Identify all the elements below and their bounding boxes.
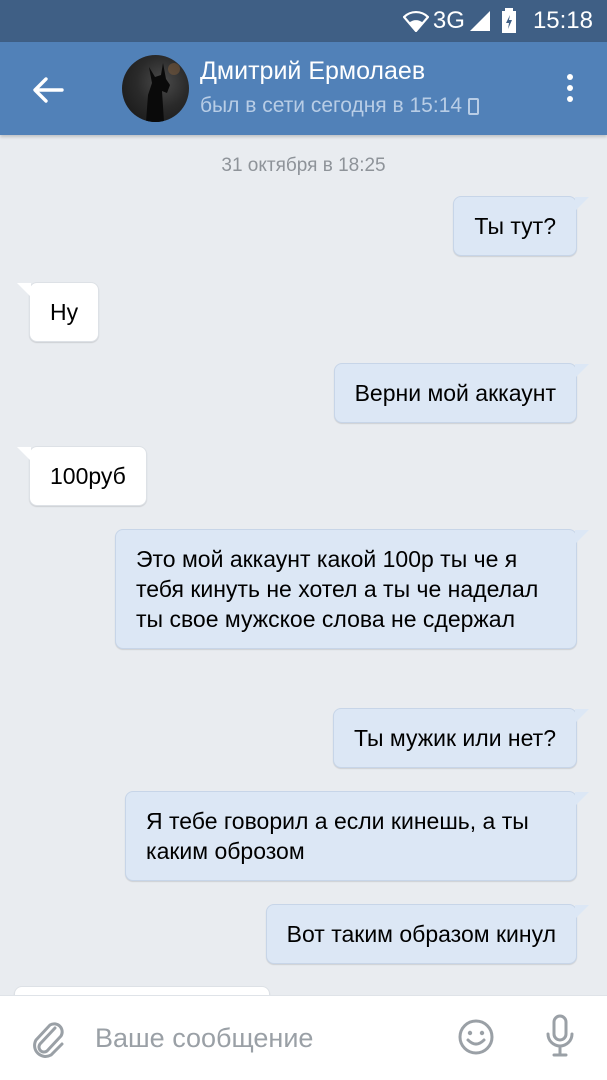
smiley-icon — [458, 1019, 494, 1055]
avatar[interactable] — [122, 55, 189, 122]
arrow-left-icon — [33, 77, 64, 103]
message-incoming[interactable]: Ну — [16, 282, 100, 342]
message-outgoing[interactable]: Ты тут? — [453, 196, 589, 256]
paperclip-icon — [33, 1022, 64, 1058]
message-text: Верни мой аккаунт — [354, 380, 556, 406]
more-vertical-icon-dot — [567, 74, 573, 80]
message-outgoing[interactable]: Верни мой аккаунт — [333, 363, 590, 423]
message-list[interactable]: 31 октября в 18:25 Ты тут? Ну Верни мой … — [0, 135, 607, 995]
last-seen-text: был в сети сегодня в 15:14 — [200, 94, 463, 117]
message-text: Ты мужик или нет? — [353, 725, 556, 751]
network-indicator: 3G — [402, 7, 491, 35]
mobile-phone-icon — [468, 97, 480, 115]
message-incoming-partial[interactable] — [14, 986, 270, 995]
chat-header: Дмитрий Ермолаев был в сети сегодня в 15… — [0, 42, 607, 135]
message-text: Ты тут? — [474, 213, 556, 239]
attach-button[interactable] — [28, 1016, 68, 1060]
back-button[interactable] — [28, 70, 68, 110]
message-composer — [0, 995, 607, 1080]
network-type: 3G — [432, 7, 465, 34]
status-bar: 3G 15:18 — [0, 0, 607, 42]
message-text: Я тебе говорил а если кинешь, а ты каким… — [146, 808, 529, 864]
message-outgoing[interactable]: Ты мужик или нет? — [332, 708, 590, 768]
signal-icon — [469, 11, 490, 31]
wifi-icon — [402, 10, 429, 32]
message-outgoing[interactable]: Вот таким образом кинул — [265, 904, 590, 964]
message-input[interactable] — [95, 1018, 435, 1058]
more-menu-button[interactable] — [556, 70, 584, 110]
message-text: 100руб — [50, 463, 126, 489]
avatar-dog-silhouette-icon — [146, 63, 180, 122]
message-incoming[interactable]: 100руб — [17, 446, 147, 506]
date-separator: 31 октября в 18:25 — [221, 155, 386, 176]
more-vertical-icon-dot — [567, 96, 573, 102]
emoji-button[interactable] — [457, 1018, 495, 1056]
battery-icon — [501, 8, 516, 33]
clock: 15:18 — [532, 7, 593, 34]
message-outgoing[interactable]: Это мой аккаунт какой 100р ты че я тебя … — [115, 529, 589, 649]
contact-name[interactable]: Дмитрий Ермолаев — [200, 57, 425, 86]
message-outgoing[interactable]: Я тебе говорил а если кинешь, а ты каким… — [125, 791, 589, 881]
more-vertical-icon-dot — [567, 85, 573, 91]
message-text: Это мой аккаунт какой 100р ты че я тебя … — [136, 546, 539, 632]
message-text: Ну — [50, 299, 79, 325]
last-seen-status: был в сети сегодня в 15:14 — [200, 94, 480, 118]
message-text: Вот таким образом кинул — [286, 921, 556, 947]
voice-message-button[interactable] — [545, 1013, 575, 1059]
microphone-icon — [546, 1014, 574, 1057]
